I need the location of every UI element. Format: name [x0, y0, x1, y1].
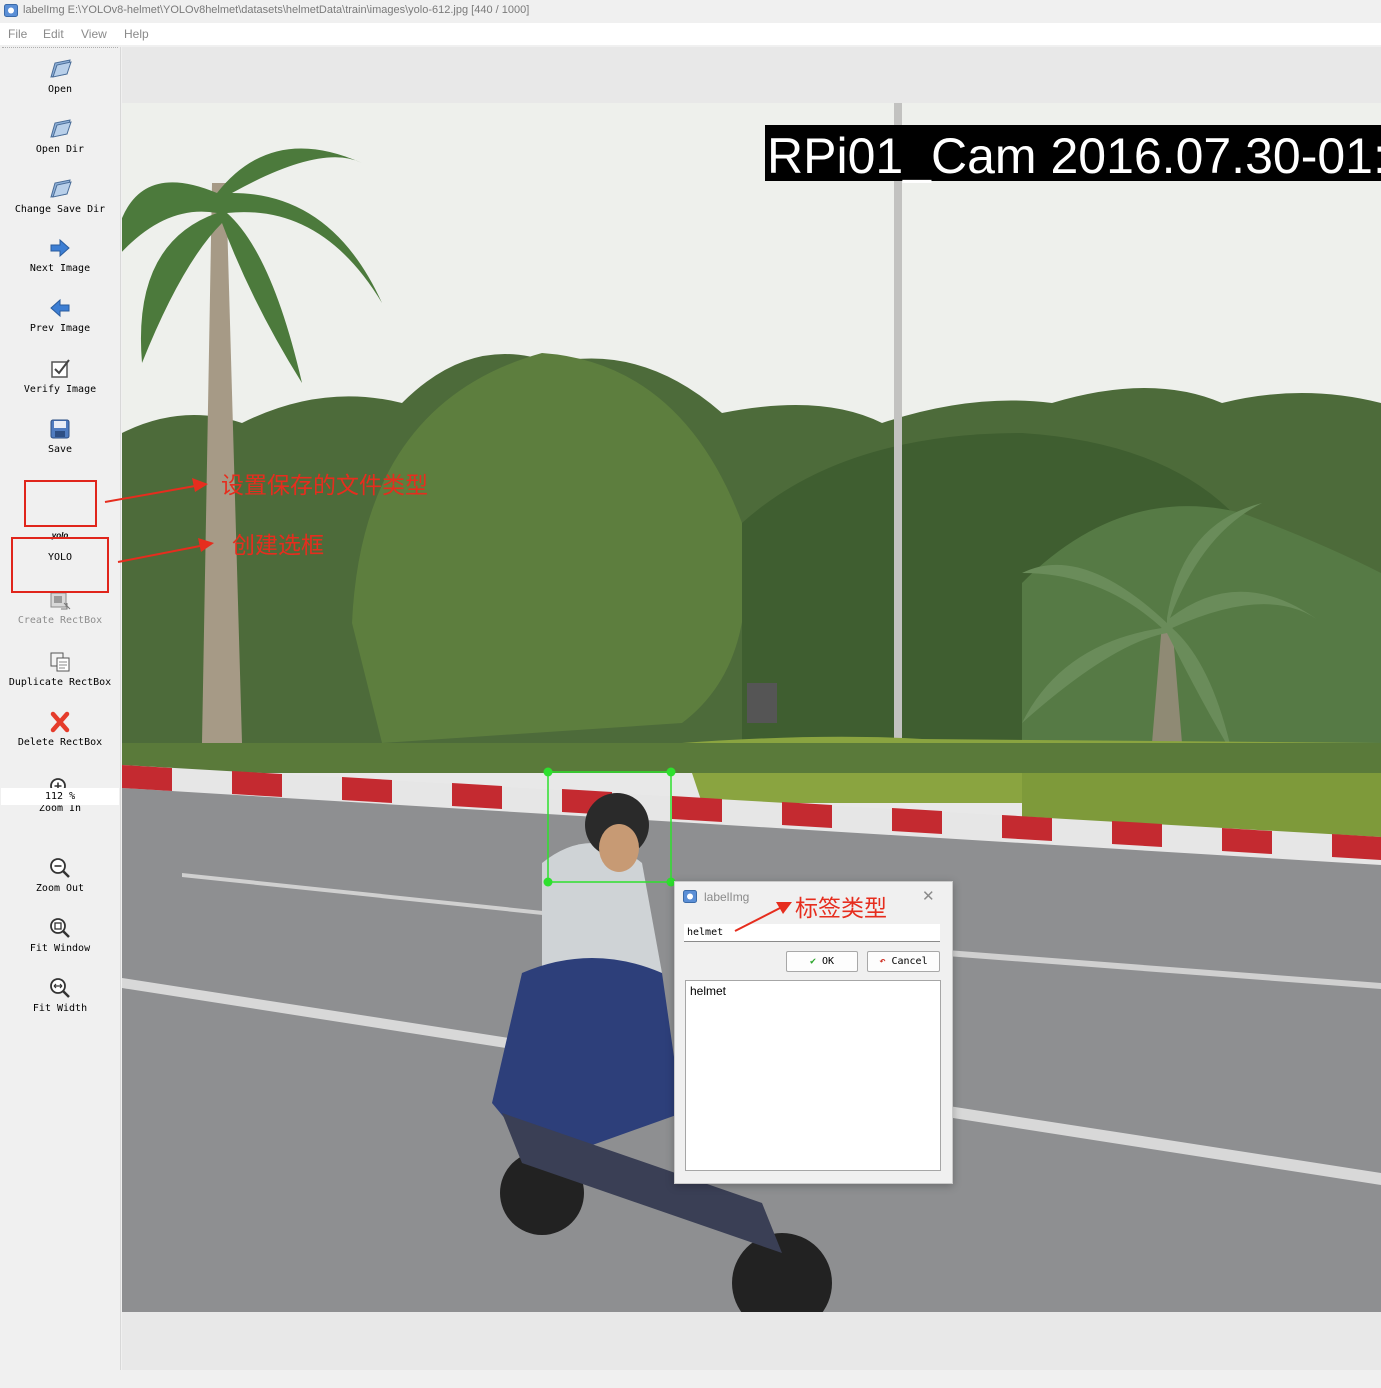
save-label: Save — [47, 444, 73, 455]
window-title: labelImg E:\YOLOv8-helmet\YOLOv8helmet\d… — [23, 4, 530, 16]
open-label: Open — [47, 84, 73, 95]
annotation-create-box: 创建选框 — [232, 533, 324, 559]
next-image-label: Next Image — [29, 263, 91, 274]
open-dir-button[interactable]: Open Dir — [0, 117, 120, 155]
undo-arrow-icon: ↶ — [879, 956, 886, 967]
create-rectbox-icon — [50, 592, 71, 610]
duplicate-rectbox-label: Duplicate RectBox — [8, 677, 112, 688]
fit-window-label: Fit Window — [29, 943, 91, 954]
checkbox-icon — [51, 359, 70, 378]
prev-image-button[interactable]: Prev Image — [0, 296, 120, 334]
create-rectbox-label: Create RectBox — [17, 615, 103, 626]
copy-icon — [50, 652, 70, 672]
fit-window-button[interactable]: Fit Window — [0, 916, 120, 954]
next-image-button[interactable]: Next Image — [0, 236, 120, 274]
status-bar — [0, 1370, 1381, 1388]
annotation-arrows — [104, 478, 214, 563]
change-save-dir-label: Change Save Dir — [14, 204, 106, 215]
folder-open-icon — [50, 119, 72, 138]
fit-window-icon — [50, 918, 70, 938]
cancel-button[interactable]: ↶ Cancel — [867, 951, 940, 972]
verify-image-label: Verify Image — [23, 384, 97, 395]
create-rectbox-button[interactable]: Create RectBox — [0, 590, 120, 626]
open-dir-label: Open Dir — [35, 144, 85, 155]
title-bar: labelImg E:\YOLOv8-helmet\YOLOv8helmet\d… — [0, 0, 1381, 22]
annotation-save-format: 设置保存的文件类型 — [221, 473, 428, 499]
app-icon — [4, 4, 18, 17]
menu-bar: File Edit View Help — [0, 23, 1381, 45]
highlight-format-button — [24, 480, 97, 527]
open-button[interactable]: Open — [0, 57, 120, 95]
annotation-label-type: 标签类型 — [795, 896, 887, 922]
zoom-out-icon — [50, 858, 70, 878]
label-input[interactable]: helmet — [684, 924, 940, 942]
toolbar-grip[interactable] — [2, 47, 118, 51]
zoom-value[interactable]: 112 % — [1, 788, 119, 805]
menu-file[interactable]: File — [8, 27, 27, 41]
folder-open-icon — [50, 59, 72, 78]
menu-help[interactable]: Help — [124, 27, 149, 41]
duplicate-rectbox-button[interactable]: Duplicate RectBox — [0, 650, 120, 688]
floppy-disk-icon — [50, 419, 70, 439]
cancel-label: Cancel — [891, 956, 928, 967]
save-button[interactable]: Save — [0, 417, 120, 455]
arrow-left-icon — [50, 298, 70, 318]
highlight-create-rectbox — [11, 537, 109, 593]
app-icon — [683, 890, 697, 903]
fit-width-button[interactable]: Fit Width — [0, 976, 120, 1014]
close-icon[interactable]: ✕ — [922, 887, 935, 905]
arrow-right-icon — [50, 238, 70, 258]
folder-open-icon — [50, 179, 72, 198]
annotation-arrow-label — [734, 902, 792, 932]
delete-x-icon — [50, 711, 70, 733]
ok-button[interactable]: ✔ OK — [786, 951, 858, 972]
prev-image-label: Prev Image — [29, 323, 91, 334]
ok-label: OK — [822, 956, 835, 967]
label-list[interactable]: helmet — [685, 980, 941, 1171]
menu-view[interactable]: View — [81, 27, 107, 41]
check-icon: ✔ — [809, 956, 816, 967]
menu-edit[interactable]: Edit — [43, 27, 64, 41]
camera-overlay-text: RPi01_Cam 2016.07.30-01: — [767, 128, 1381, 184]
zoom-out-button[interactable]: Zoom Out — [0, 856, 120, 894]
zoom-out-label: Zoom Out — [35, 883, 85, 894]
toolbar: Open Open Dir Change Save Dir Next Image… — [0, 47, 121, 1370]
delete-rectbox-label: Delete RectBox — [17, 737, 103, 748]
fit-width-label: Fit Width — [32, 1003, 88, 1014]
delete-rectbox-button[interactable]: Delete RectBox — [0, 710, 120, 748]
label-dialog: labelImg ✕ helmet ✔ OK ↶ Cancel helmet — [674, 881, 953, 1184]
list-item[interactable]: helmet — [690, 984, 726, 998]
fit-width-icon — [50, 978, 70, 998]
change-save-dir-button[interactable]: Change Save Dir — [0, 177, 120, 215]
verify-image-button[interactable]: Verify Image — [0, 357, 120, 395]
